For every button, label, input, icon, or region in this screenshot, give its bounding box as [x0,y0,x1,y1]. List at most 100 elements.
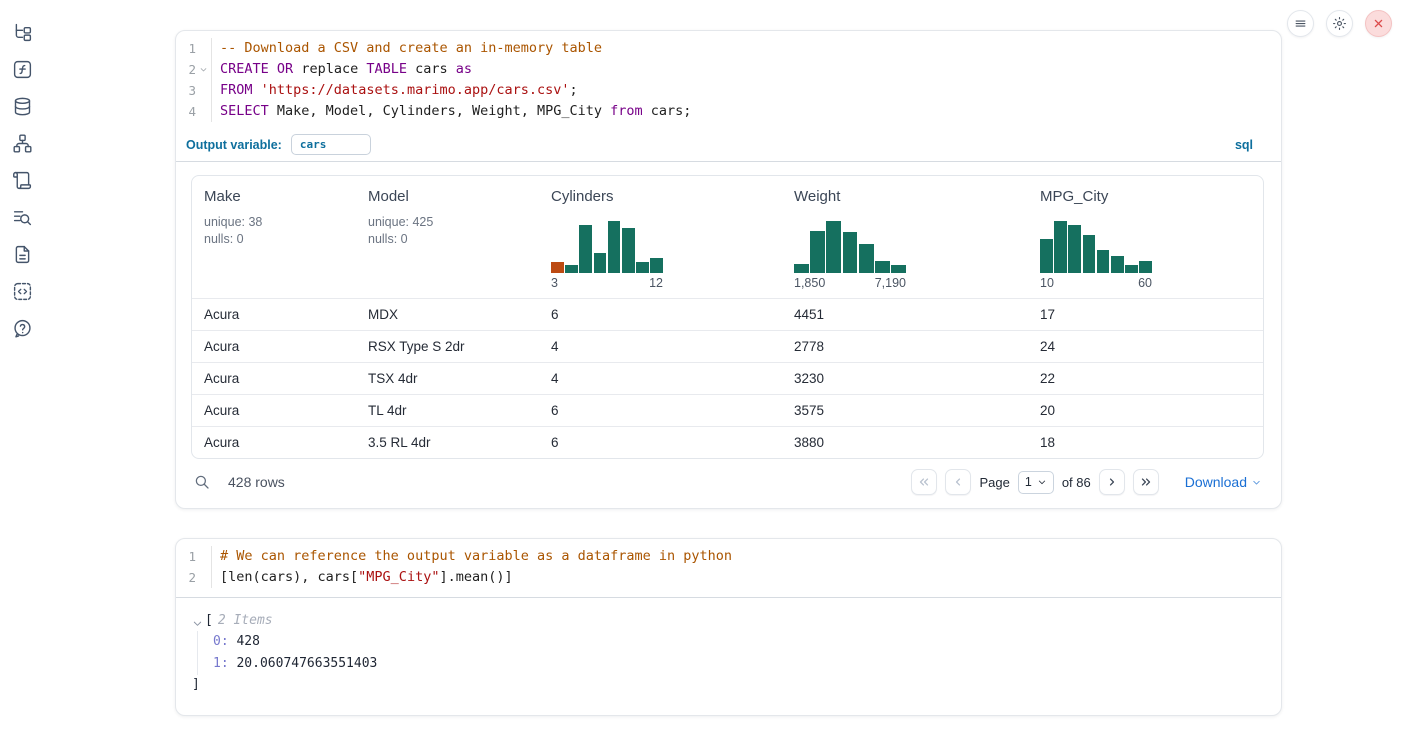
python-code-editor[interactable]: 1 # We can reference the output variable … [176,539,1281,598]
menu-button[interactable] [1287,10,1314,37]
list-output-items: 0: 428 1: 20.060747663551403 [197,631,1265,675]
fold-chevron-icon[interactable] [196,59,211,80]
pagination: Page 1 of 86 Download [911,469,1262,495]
list-item: 0: 428 [213,631,1265,653]
chevron-down-icon [1037,477,1047,487]
item-count-label: 2 Items [218,611,273,631]
column-stats: unique: 38nulls: 0 [204,214,344,248]
table-cell: 3.5 RL 4dr [356,427,539,458]
line-number: 1 [176,546,196,567]
histogram-bar [1054,221,1067,273]
histogram-bar [650,258,663,273]
table-row[interactable]: AcuraTL 4dr6357520 [192,394,1263,426]
document-icon[interactable] [12,244,33,265]
list-item-value: 20.060747663551403 [229,656,378,671]
page-select-value: 1 [1025,475,1032,489]
sql-code-editor[interactable]: 1 -- Download a CSV and create an in-memo… [176,31,1281,129]
dependency-graph-icon[interactable] [12,133,33,154]
table-cell: 4 [539,331,782,362]
search-icon[interactable] [193,473,211,491]
help-icon[interactable] [12,318,33,339]
download-button[interactable]: Download [1185,474,1262,490]
snippets-code-icon[interactable] [12,281,33,302]
table-cell: Acura [192,395,356,426]
code-line[interactable]: 2 [len(cars), cars["MPG_City"].mean()] [176,567,1281,588]
table-cell: 17 [1028,299,1263,330]
column-header-model[interactable]: Modelunique: 425nulls: 0 [356,176,539,298]
first-page-button[interactable] [911,469,937,495]
table-row[interactable]: Acura3.5 RL 4dr6388018 [192,426,1263,458]
histogram-bar [1040,239,1053,273]
column-header-make[interactable]: Make unique: 38nulls: 0 [192,176,356,298]
last-page-button[interactable] [1133,469,1159,495]
collapse-chevron-icon[interactable] [192,616,203,627]
settings-gear-button[interactable] [1326,10,1353,37]
file-tree-icon[interactable] [12,22,33,43]
output-variable-input[interactable] [291,134,371,155]
logs-search-icon[interactable] [12,207,33,228]
column-title: MPG_City [1040,188,1251,205]
histogram-bar [622,228,635,273]
code-line[interactable]: 2CREATE OR replace TABLE cars as [176,59,1281,80]
code-line[interactable]: 1 -- Download a CSV and create an in-memo… [176,38,1281,59]
list-item-index: 1: [213,656,229,671]
histogram-bar [1083,235,1096,273]
table-row[interactable]: AcuraTSX 4dr4323022 [192,362,1263,394]
table-cell: 3230 [782,363,1028,394]
histogram-bar [875,261,890,273]
table-header: Make unique: 38nulls: 0 Modelunique: 425nu… [192,176,1263,298]
histogram-bar [551,262,564,273]
function-square-icon[interactable] [12,59,33,80]
code-line[interactable]: 1 # We can reference the output variable … [176,546,1281,567]
line-number: 1 [176,38,196,59]
histogram-bar [1125,265,1138,273]
column-histogram[interactable]: 312 [551,221,663,290]
table-cell: TL 4dr [356,395,539,426]
database-icon[interactable] [12,96,33,117]
page-select[interactable]: 1 [1018,471,1054,494]
column-header-weight[interactable]: Weight1,8507,190 [782,176,1028,298]
histogram-bar [1111,256,1124,273]
table-row[interactable]: AcuraRSX Type S 2dr4277824 [192,330,1263,362]
column-title: Make [204,188,344,205]
scroll-icon[interactable] [12,170,33,191]
language-badge[interactable]: sql [1235,138,1253,152]
shutdown-close-button[interactable] [1365,10,1392,37]
histogram-bar [794,264,809,273]
table-cell: Acura [192,363,356,394]
code-line[interactable]: 3FROM 'https://datasets.marimo.app/cars.… [176,80,1281,101]
chevron-right-icon [1105,475,1119,489]
histogram-bar [826,221,841,273]
previous-page-button[interactable] [945,469,971,495]
list-item-index: 0: [213,634,229,649]
table-row[interactable]: AcuraMDX6445117 [192,298,1263,330]
next-page-button[interactable] [1099,469,1125,495]
code-line[interactable]: 4SELECT Make, Model, Cylinders, Weight, … [176,101,1281,122]
column-histogram[interactable]: 1,8507,190 [794,221,906,290]
histogram-bar [594,253,607,273]
fold-gutter-spacer [196,567,211,588]
table-cell: Acura [192,331,356,362]
code-text: -- Download a CSV and create an in-memor… [211,38,1281,59]
code-text: # We can reference the output variable a… [211,546,1281,567]
row-count-label: 428 rows [228,474,285,490]
notebook-area: 1 -- Download a CSV and create an in-memo… [175,30,1282,716]
table-cell: 3575 [782,395,1028,426]
histogram-axis-labels: 312 [551,276,663,290]
column-header-mpg_city[interactable]: MPG_City 1060 [1028,176,1263,298]
line-number: 2 [176,567,196,588]
line-number: 2 [176,59,196,80]
column-header-cylinders[interactable]: Cylinders312 [539,176,782,298]
code-text: [len(cars), cars["MPG_City"].mean()] [211,567,1281,588]
table-cell: 6 [539,427,782,458]
table-cell: 6 [539,299,782,330]
chevron-left-icon [951,475,965,489]
histogram-bar [636,262,649,273]
output-variable-label: Output variable: [186,138,282,152]
open-bracket: [ [205,611,213,631]
chevrons-right-icon [1139,475,1153,489]
table-cell: RSX Type S 2dr [356,331,539,362]
histogram-bar [1068,225,1081,273]
fold-gutter-spacer [196,546,211,567]
column-histogram[interactable]: 1060 [1040,221,1152,290]
